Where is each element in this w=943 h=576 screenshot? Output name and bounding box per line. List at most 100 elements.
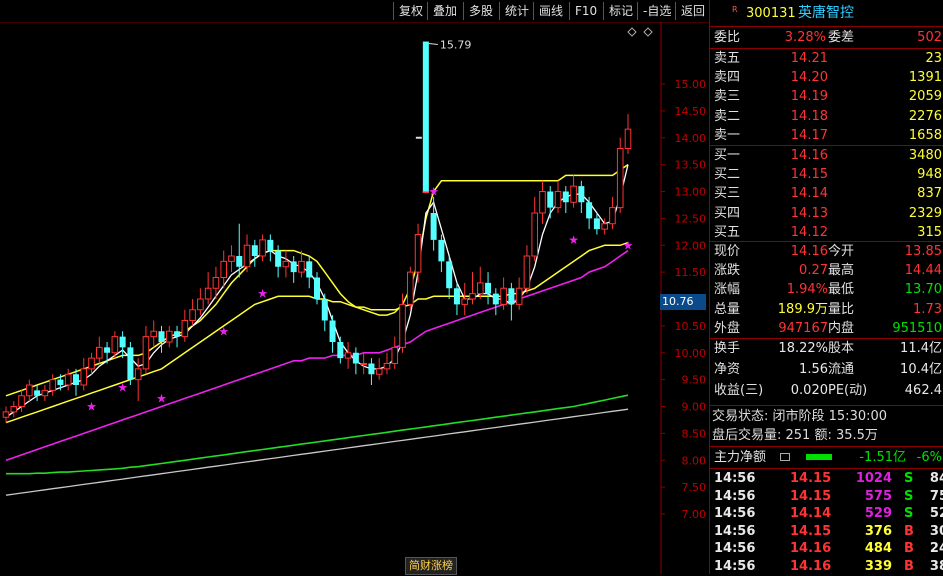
candle-body <box>64 373 72 386</box>
quote-stat-row: 现价 14.16 今开 13.85 <box>712 242 943 261</box>
tick-row: 14:56 14.15 1024 S 84 <box>712 469 943 488</box>
order-diff-value: 502 <box>917 30 942 45</box>
candle-body <box>469 293 476 300</box>
candle-body <box>150 330 158 338</box>
tick-direction: B <box>904 541 914 557</box>
bid-volume: 315 <box>917 224 942 240</box>
tick-row: 14:56 14.16 484 B 24 <box>712 539 943 558</box>
menu-icon[interactable] <box>780 453 790 461</box>
tick-time: 14:56 <box>714 541 756 557</box>
price-axis-label: 12.00 <box>675 239 707 252</box>
ask-level-label: 卖五 <box>714 51 741 66</box>
candle-body <box>508 288 515 305</box>
candle-body <box>158 331 165 342</box>
mark-button[interactable]: 标记 <box>603 2 637 20</box>
tick-time: 14:56 <box>714 559 756 574</box>
candle-body <box>570 185 577 203</box>
overlay-button[interactable]: 叠加 <box>427 2 463 20</box>
bid-price: 14.15 <box>790 167 828 183</box>
candle-body <box>344 352 352 359</box>
trade-state: 交易状态: 闭市阶段 15:30:00 <box>712 409 888 424</box>
tick-price: 14.14 <box>790 506 832 522</box>
stat-value: 14.44 <box>904 263 942 279</box>
candle-body <box>352 352 359 364</box>
candle-body <box>134 368 142 381</box>
quote-stat-row: 总量 189.9万 量比 1.73 <box>712 300 943 319</box>
candle-body <box>96 346 103 359</box>
fundamental-label: 换手 <box>714 341 741 356</box>
stat-label: 总量 <box>714 301 741 317</box>
stock-name[interactable]: 英唐智控 <box>798 4 854 23</box>
candle-body <box>321 299 328 321</box>
candle-body <box>492 293 499 305</box>
back-button[interactable]: 返回 <box>675 2 709 20</box>
bid-level-row: 买四 14.13 2329 <box>712 204 943 223</box>
candle-body <box>251 245 258 256</box>
draw-line-button[interactable]: 画线 <box>533 2 569 20</box>
restore-rights-button[interactable]: 复权 <box>393 2 427 20</box>
candle-body <box>10 406 18 413</box>
stat-value: 14.16 <box>790 244 828 259</box>
tick-volume: 484 <box>864 541 892 557</box>
candle-body <box>453 288 460 305</box>
stat-value: 0.27 <box>799 263 828 279</box>
tick-row: 14:56 14.15 376 B 30 <box>712 522 943 541</box>
bid-price: 14.13 <box>790 205 828 221</box>
tick-row: 14:56 14.16 339 B 38 <box>712 557 943 576</box>
stat-value: 1.73 <box>913 301 942 317</box>
fundamental-value: 462.4 <box>904 383 942 398</box>
stat-value: 951510 <box>892 320 942 336</box>
candle-body <box>360 363 367 365</box>
fundamental-value: 0.020 <box>790 383 828 398</box>
tick-volume: 339 <box>864 559 892 574</box>
tick-price: 14.15 <box>790 488 832 504</box>
tick-time: 14:56 <box>714 471 756 486</box>
candle-body <box>368 363 375 375</box>
candle-body <box>306 261 313 278</box>
ask-level-row: 卖三 14.19 2059 <box>712 87 943 106</box>
fundamental-label: 流通 <box>828 362 855 377</box>
candle-body <box>523 255 531 289</box>
candle-body <box>228 255 235 262</box>
fundamental-label: 净资 <box>714 362 741 377</box>
order-ratio-row: 委比 3.28% 委差 502 <box>712 28 943 47</box>
ask-level-row: 卖二 14.18 2276 <box>712 107 943 126</box>
star-marker-icon: ★ <box>428 185 439 199</box>
diamond-icon <box>627 27 637 37</box>
tick-count: 75 <box>929 488 943 504</box>
fundamental-row: 净资 1.56 流通 10.4亿 <box>712 360 943 379</box>
stock-header: R 300131 英唐智控 <box>712 4 943 23</box>
quote-stat-row: 涨幅 1.94% 最低 13.70 <box>712 280 943 299</box>
candle-body <box>236 256 243 267</box>
multi-stock-button[interactable]: 多股 <box>463 2 499 20</box>
quote-panel: R 300131 英唐智控 委比 3.28% 委差 502 交易状态: 闭市阶段… <box>709 0 943 574</box>
rz-flag: R <box>732 5 738 14</box>
bid-volume: 3480 <box>908 148 942 163</box>
statistics-button[interactable]: 统计 <box>499 2 533 20</box>
price-axis-label: 9.50 <box>682 374 707 387</box>
candle-body <box>539 191 546 214</box>
candle-body <box>446 261 453 289</box>
bid-level-row: 买一 14.16 3480 <box>712 146 943 165</box>
candle-body <box>586 202 593 219</box>
f10-button[interactable]: F10 <box>569 2 603 20</box>
ask-level-label: 卖一 <box>714 127 741 143</box>
ranking-tag[interactable]: 简财涨榜 <box>405 557 457 575</box>
candle-body <box>197 298 204 311</box>
candle-body <box>601 223 608 230</box>
current-price-tag: 10.76 <box>660 294 706 310</box>
quote-stat-row: 涨跌 0.27 最高 14.44 <box>712 261 943 280</box>
bid-level-row: 买二 14.15 948 <box>712 165 943 184</box>
tick-volume: 529 <box>864 506 892 522</box>
candle-body <box>375 368 383 375</box>
price-axis-label: 12.50 <box>675 212 707 225</box>
candle-body <box>267 239 274 251</box>
ma-green-line <box>6 394 629 475</box>
candle-body <box>104 347 111 353</box>
kline-chart[interactable]: 15.00 14.50 14.00 13.50 13.00 12.50 12.00 11.50… <box>0 22 709 574</box>
ask-level-row: 卖五 14.21 23 <box>712 49 943 68</box>
stat-value: 1.94% <box>786 282 828 298</box>
ask-volume: 1658 <box>908 127 942 143</box>
candle-body <box>438 239 445 262</box>
remove-watchlist-button[interactable]: -自选 <box>637 2 675 20</box>
